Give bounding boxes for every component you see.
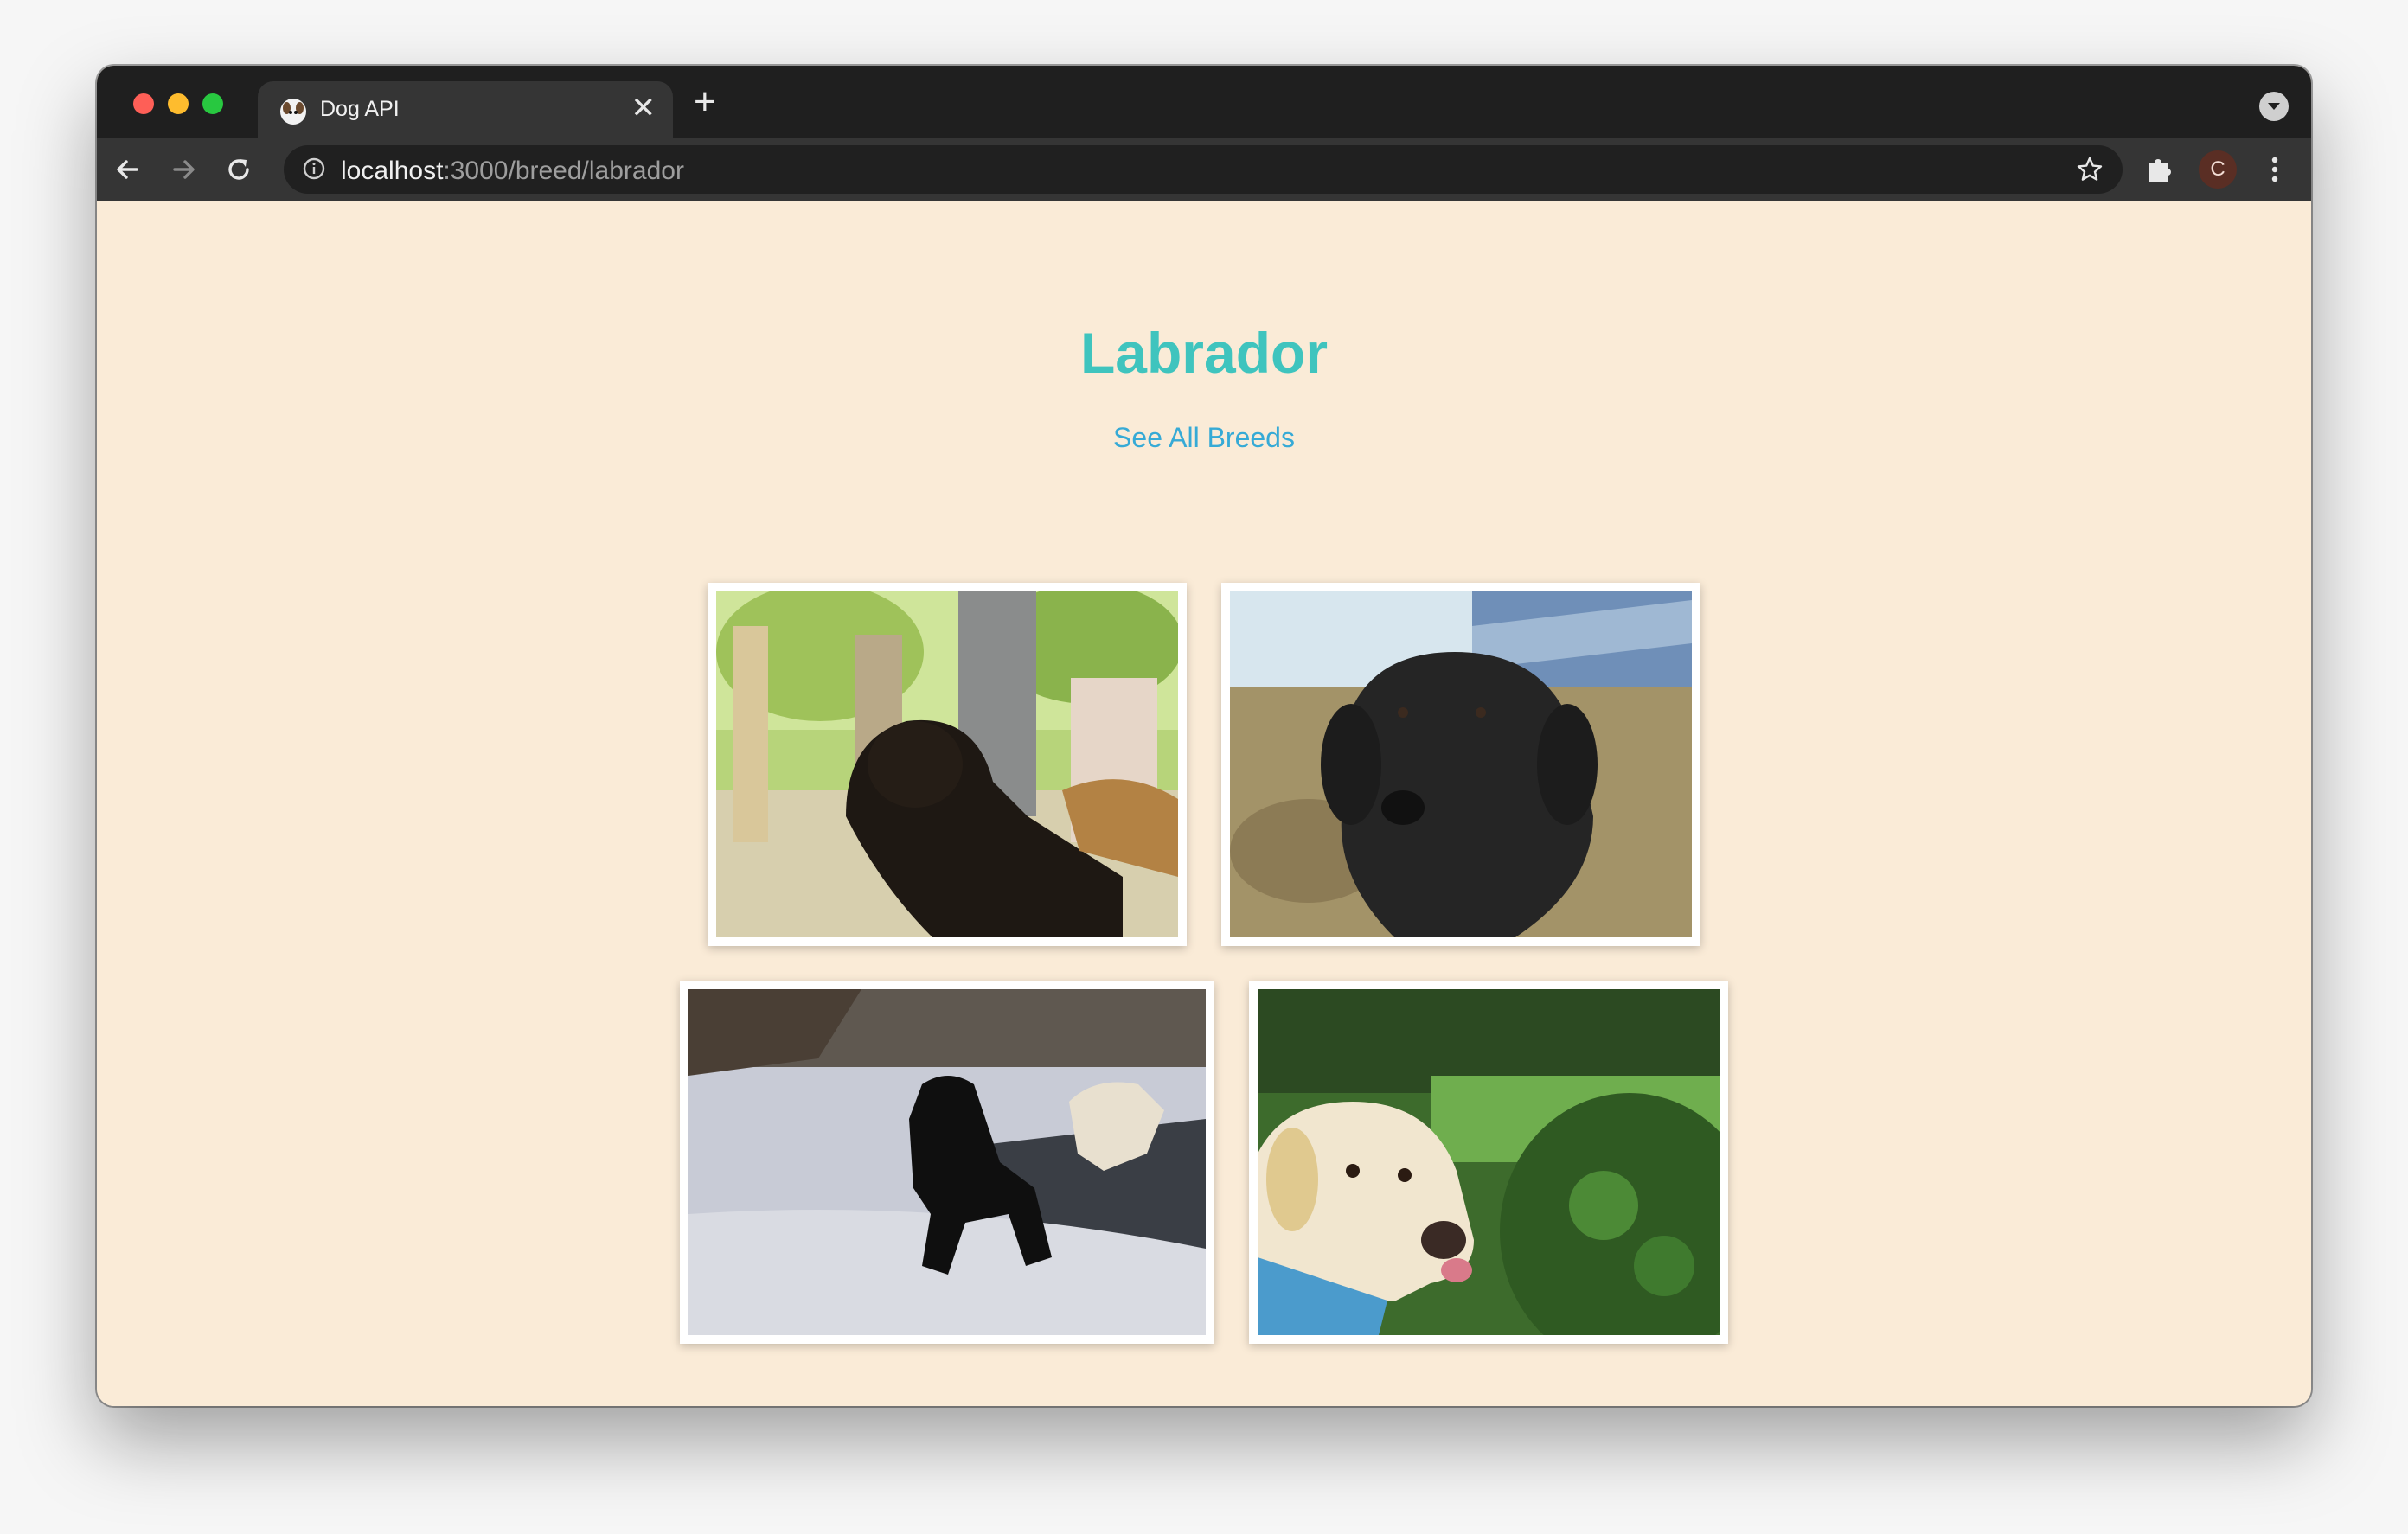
maximize-window-button[interactable] (202, 93, 223, 114)
dog-image-card[interactable] (680, 981, 1214, 1344)
url-path: :3000/breed/labrador (443, 157, 684, 185)
star-icon[interactable] (2074, 154, 2105, 185)
page-content: Labrador See All Breeds (97, 201, 2311, 1406)
forward-arrow-icon[interactable] (166, 152, 201, 187)
minimize-window-button[interactable] (168, 93, 189, 114)
url-host: localhost (341, 157, 444, 185)
menu-dots-icon[interactable] (2256, 150, 2294, 189)
close-window-button[interactable] (133, 93, 154, 114)
close-icon[interactable]: ✕ (631, 93, 656, 123)
info-icon[interactable] (303, 157, 325, 180)
dog-photo (716, 591, 1178, 937)
reload-icon[interactable] (221, 152, 256, 187)
tab-search-icon[interactable] (2259, 92, 2289, 121)
page-title: Labrador (1079, 321, 1329, 385)
puzzle-icon[interactable] (2142, 150, 2178, 187)
dog-photo (1258, 989, 1720, 1335)
plus-icon[interactable]: + (694, 83, 716, 121)
dog-image-card[interactable] (708, 583, 1187, 946)
dog-photo (688, 989, 1206, 1335)
toolbar: localhost:3000/breed/labrador C (97, 138, 2311, 201)
tab-bar: Dog API ✕ + (97, 66, 2311, 138)
tab-title: Dog API (320, 97, 400, 121)
dog-image-card[interactable] (1221, 583, 1700, 946)
tab-dog-api[interactable]: Dog API ✕ (258, 81, 673, 138)
back-arrow-icon[interactable] (111, 152, 145, 187)
dog-image-card[interactable] (1249, 981, 1728, 1344)
url-text: localhost:3000/breed/labrador (341, 157, 684, 186)
address-bar[interactable]: localhost:3000/breed/labrador (284, 145, 2123, 194)
dog-photo (1230, 591, 1692, 937)
browser-window: Dog API ✕ + localhost:3000/breed/labrado… (97, 66, 2311, 1406)
avatar[interactable]: C (2199, 150, 2237, 189)
dog-favicon-icon (280, 99, 306, 125)
see-all-breeds-link[interactable]: See All Breeds (97, 422, 2311, 454)
